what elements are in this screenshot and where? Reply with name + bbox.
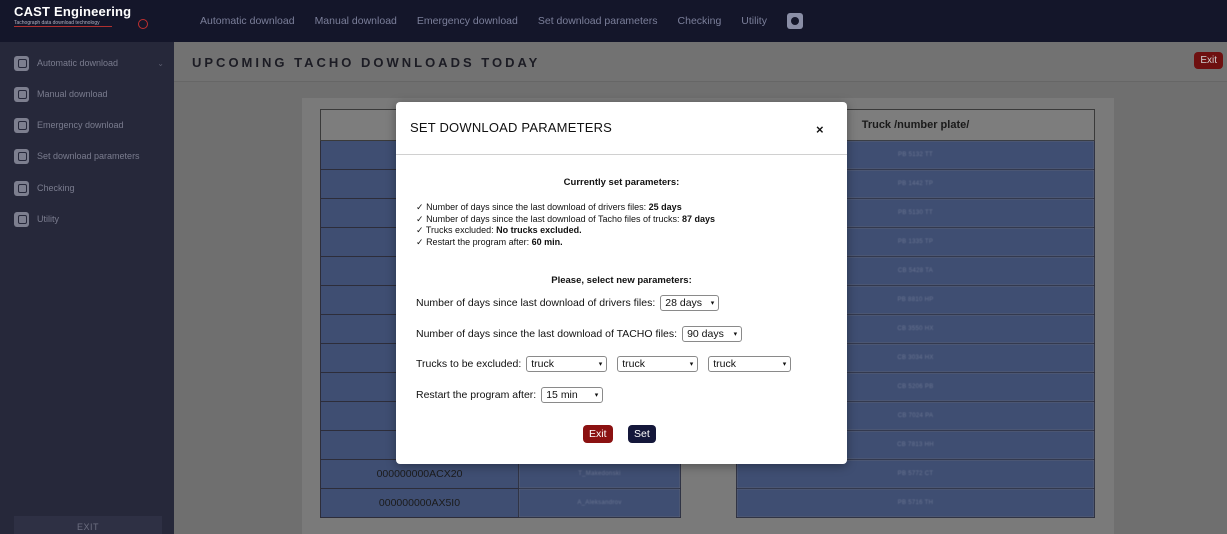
- select-parameters-title: Please, select new parameters:: [551, 275, 692, 286]
- chevron-down-icon: ▾: [598, 361, 603, 368]
- topnav-manual-download[interactable]: Manual download: [315, 15, 397, 27]
- exit-button[interactable]: Exit: [1194, 52, 1223, 69]
- brand-tagline: Tachograph data download technology: [14, 20, 112, 27]
- tacho-days-value: 90 days: [687, 328, 724, 340]
- current-parameters-title: Currently set parameters:: [563, 177, 680, 188]
- sidebar-item-label: Checking: [37, 183, 75, 193]
- top-bar: CAST Engineering Tachograph data downloa…: [0, 0, 1227, 42]
- sidebar-item-set-download-parameters[interactable]: Set download parameters: [14, 147, 164, 165]
- table-cell-name: A_Aleksandrov: [518, 488, 681, 518]
- drivers-days-value: 28 days: [665, 297, 703, 309]
- current-excluded-value: No trucks excluded.: [496, 225, 582, 235]
- drivers-days-select[interactable]: 28 days ▾: [660, 295, 720, 311]
- page-header: UPCOMING TACHO DOWNLOADS TODAY Exit: [174, 42, 1227, 82]
- topnav-checking[interactable]: Checking: [678, 15, 722, 27]
- modal-title: SET DOWNLOAD PARAMETERS: [410, 120, 613, 135]
- download-icon: [14, 55, 29, 71]
- current-drivers-value: 25 days: [648, 202, 682, 212]
- topnav-set-download-parameters[interactable]: Set download parameters: [538, 15, 658, 27]
- sidebar-item-label: Manual download: [37, 89, 108, 99]
- modal-exit-button[interactable]: Exit: [583, 425, 613, 443]
- excluded-truck-select-2[interactable]: truck ▾: [617, 356, 699, 372]
- current-parameters-list: ✓ Number of days since the last download…: [416, 202, 715, 248]
- restart-label: Restart the program after:: [416, 389, 537, 401]
- tool-icon: [14, 211, 29, 227]
- check-icon: ✓: [416, 236, 424, 247]
- chevron-down-icon: ▾: [733, 331, 738, 338]
- close-icon[interactable]: ×: [816, 122, 824, 137]
- table-cell-card: 000000000AX5I0: [320, 488, 519, 518]
- brand-logo[interactable]: CAST Engineering Tachograph data downloa…: [14, 4, 174, 29]
- download-icon: [14, 117, 29, 133]
- check-icon: ✓: [416, 202, 424, 212]
- current-restart-value: 60 min.: [531, 236, 563, 247]
- sidebar: Automatic download ⌄ Manual download Eme…: [0, 42, 174, 534]
- chevron-down-icon: ⌄: [157, 58, 164, 68]
- excluded-truck-value: truck: [622, 358, 646, 370]
- tacho-days-select[interactable]: 90 days ▾: [682, 326, 743, 342]
- table-cell-plate: PB 5716 TH: [736, 488, 1095, 518]
- sidebar-item-utility[interactable]: Utility: [14, 210, 164, 228]
- top-nav: Automatic download Manual download Emerg…: [200, 0, 803, 42]
- tacho-days-row: Number of days since the last download o…: [416, 326, 743, 342]
- current-trucks-label: Number of days since the last download o…: [426, 213, 683, 224]
- topnav-emergency-download[interactable]: Emergency download: [417, 15, 518, 27]
- drivers-days-label: Number of days since last download of dr…: [416, 297, 656, 309]
- sidebar-item-emergency-download[interactable]: Emergency download: [14, 116, 164, 134]
- logo-circle-icon: [138, 19, 148, 29]
- current-excluded-line: ✓ Trucks excluded: No trucks excluded.: [416, 225, 715, 237]
- excluded-trucks-row: Trucks to be excluded: truck ▾ truck ▾ tru…: [416, 356, 792, 372]
- settings-icon: [14, 148, 29, 164]
- check-icon: ✓: [416, 213, 424, 224]
- sidebar-item-label: Utility: [37, 214, 59, 224]
- sidebar-item-label: Emergency download: [37, 120, 124, 130]
- excluded-truck-value: truck: [531, 358, 555, 370]
- tacho-days-label: Number of days since the last download o…: [416, 328, 678, 340]
- restart-row: Restart the program after: 15 min ▾: [416, 387, 604, 403]
- check-icon: ✓: [416, 225, 424, 235]
- excluded-truck-value: truck: [713, 358, 737, 370]
- drivers-days-row: Number of days since last download of dr…: [416, 295, 720, 311]
- current-restart-label: Restart the program after:: [426, 236, 532, 247]
- current-drivers-label: Number of days since the last download o…: [426, 202, 649, 212]
- sidebar-exit-button[interactable]: EXIT: [14, 516, 162, 534]
- topnav-utility[interactable]: Utility: [741, 15, 767, 27]
- restart-select[interactable]: 15 min ▾: [541, 387, 604, 403]
- excluded-truck-select-1[interactable]: truck ▾: [526, 356, 608, 372]
- current-trucks-value: 87 days: [682, 213, 716, 224]
- sidebar-item-manual-download[interactable]: Manual download: [14, 85, 164, 103]
- page-title: UPCOMING TACHO DOWNLOADS TODAY: [192, 55, 541, 70]
- modal-header: SET DOWNLOAD PARAMETERS ×: [396, 102, 847, 155]
- chevron-down-icon: ▾: [782, 361, 787, 368]
- sidebar-item-label: Set download parameters: [37, 151, 140, 161]
- settings-icon[interactable]: [786, 13, 803, 29]
- set-parameters-modal: SET DOWNLOAD PARAMETERS × Currently set …: [396, 102, 847, 464]
- brand-name: CAST Engineering: [14, 4, 132, 19]
- chevron-down-icon: ▾: [594, 392, 599, 399]
- chevron-down-icon: ▾: [689, 361, 694, 368]
- restart-value: 15 min: [546, 389, 578, 401]
- sidebar-item-automatic-download[interactable]: Automatic download ⌄: [14, 54, 164, 72]
- excluded-truck-select-3[interactable]: truck ▾: [708, 356, 792, 372]
- sidebar-item-checking[interactable]: Checking: [14, 179, 164, 197]
- download-icon: [14, 86, 29, 102]
- current-restart-line: ✓ Restart the program after: 60 min.: [416, 237, 715, 249]
- sidebar-item-label: Automatic download: [37, 58, 119, 68]
- chevron-down-icon: ▾: [710, 300, 715, 307]
- current-trucks-line: ✓ Number of days since the last download…: [416, 214, 715, 226]
- current-drivers-line: ✓ Number of days since the last download…: [416, 202, 715, 214]
- topnav-automatic-download[interactable]: Automatic download: [200, 15, 295, 27]
- excluded-trucks-label: Trucks to be excluded:: [416, 358, 522, 370]
- check-icon: [14, 180, 29, 196]
- modal-set-button[interactable]: Set: [628, 425, 656, 443]
- current-excluded-label: Trucks excluded:: [425, 225, 497, 235]
